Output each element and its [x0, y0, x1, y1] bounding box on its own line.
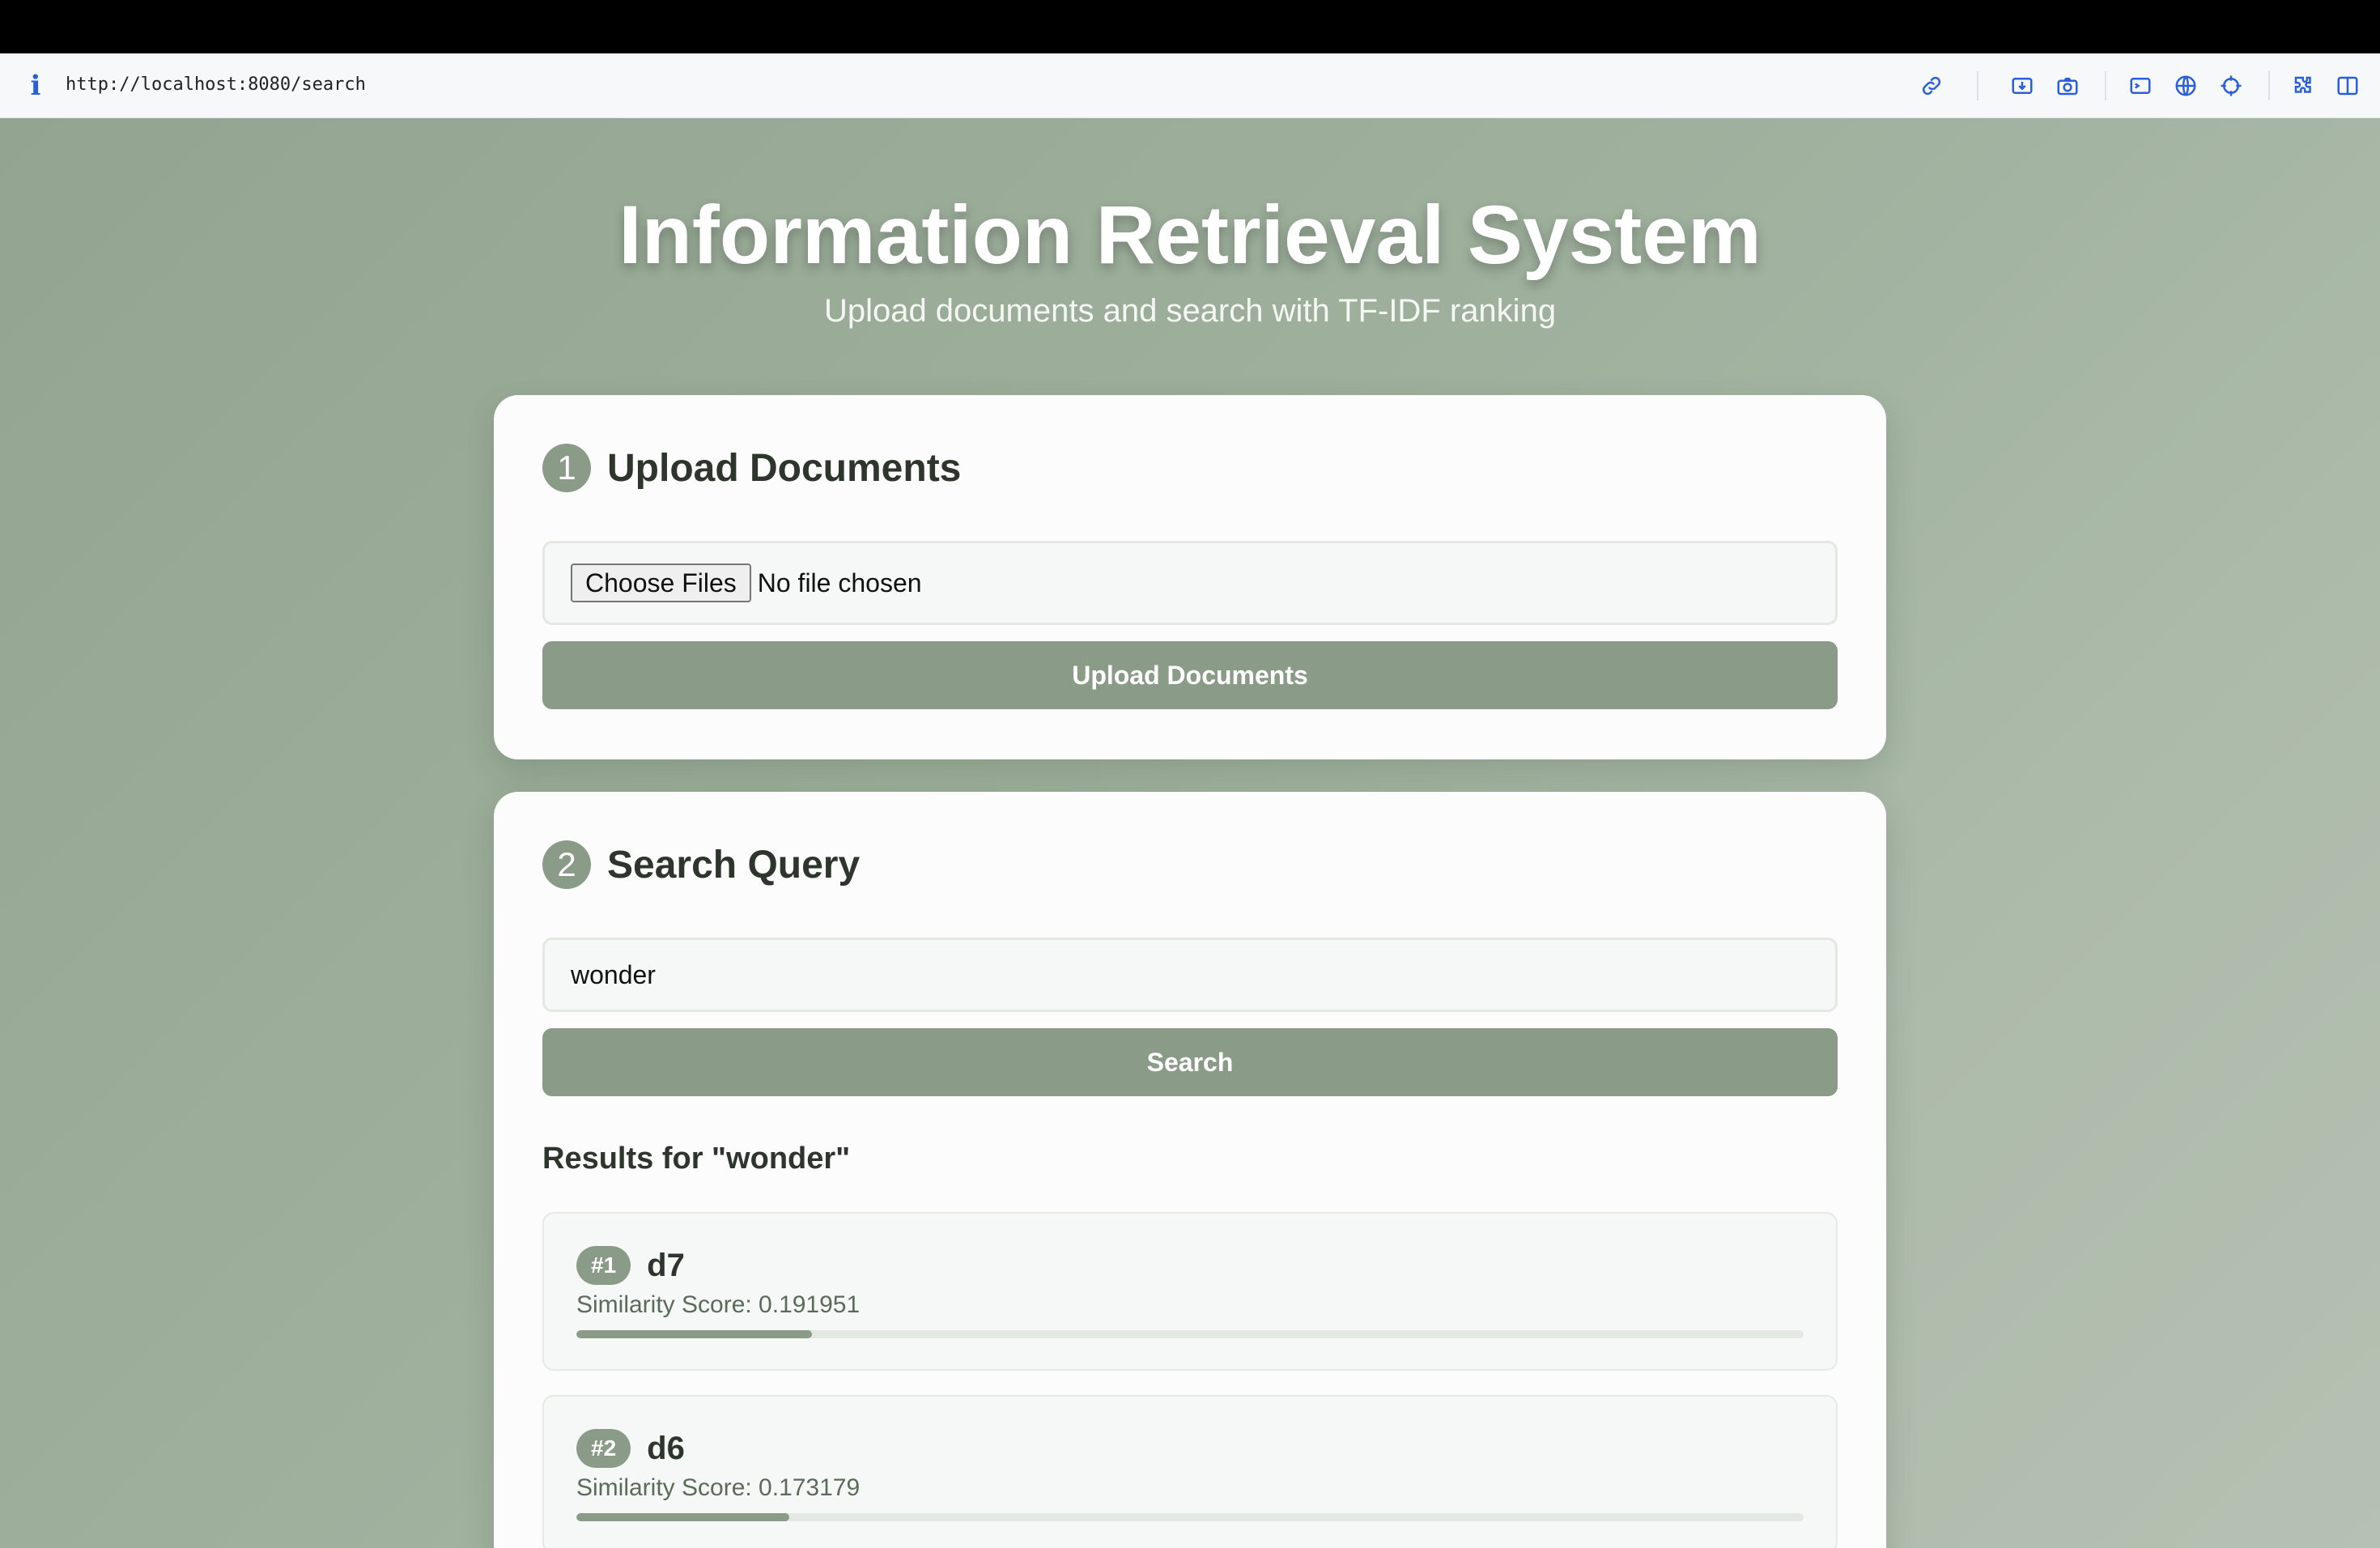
results-heading: Results for "wonder" — [542, 1142, 851, 1176]
score-bar — [576, 1330, 1804, 1338]
globe-icon[interactable] — [2173, 73, 2199, 99]
link-icon[interactable] — [1919, 73, 1944, 99]
toolbar-divider — [2268, 71, 2270, 100]
url-text[interactable]: http://localhost:8080/search — [66, 74, 366, 95]
upload-section-header: 1 Upload Documents — [542, 444, 961, 492]
result-header: #1 d7 — [576, 1246, 685, 1285]
page-content: Information Retrieval System Upload docu… — [0, 118, 2380, 1548]
search-section-header: 2 Search Query — [542, 840, 860, 889]
browser-address-bar: i http://localhost:8080/search — [0, 53, 2380, 118]
upload-card: 1 Upload Documents Choose Files No file … — [494, 395, 1886, 759]
toolbar-divider — [2105, 71, 2106, 100]
document-name: d6 — [647, 1430, 685, 1466]
toolbar-divider — [1977, 71, 1978, 100]
result-header: #2 d6 — [576, 1429, 685, 1468]
search-section-title: Search Query — [607, 843, 861, 887]
sidebar-icon[interactable] — [2335, 73, 2361, 99]
choose-files-button[interactable]: Choose Files — [571, 563, 751, 602]
info-icon[interactable]: i — [26, 70, 45, 102]
rank-badge: #1 — [576, 1246, 631, 1285]
score-bar-fill — [576, 1330, 813, 1338]
document-name: d7 — [647, 1247, 685, 1283]
page-subtitle: Upload documents and search with TF-IDF … — [823, 293, 1557, 329]
similarity-score: Similarity Score: 0.173179 — [576, 1474, 861, 1501]
camera-icon[interactable] — [2055, 73, 2080, 99]
search-button[interactable]: Search — [542, 1028, 1838, 1096]
page-title: Information Retrieval System — [618, 189, 1762, 281]
result-item[interactable]: #1 d7 Similarity Score: 0.191951 — [542, 1212, 1838, 1371]
rank-badge: #2 — [576, 1429, 631, 1468]
score-bar-fill — [576, 1513, 789, 1521]
step-number-badge: 1 — [542, 444, 591, 492]
file-status-text: No file chosen — [757, 568, 922, 598]
terminal-icon[interactable] — [2127, 73, 2153, 99]
score-bar — [576, 1513, 1804, 1521]
crosshair-icon[interactable] — [2218, 73, 2244, 99]
window-top-bar — [0, 0, 2380, 53]
extensions-icon[interactable] — [2291, 73, 2317, 99]
upload-documents-button[interactable]: Upload Documents — [542, 641, 1838, 709]
file-input[interactable]: Choose Files No file chosen — [542, 541, 1838, 625]
result-item[interactable]: #2 d6 Similarity Score: 0.173179 — [542, 1395, 1838, 1548]
step-number-badge: 2 — [542, 840, 591, 889]
similarity-score: Similarity Score: 0.191951 — [576, 1291, 861, 1318]
upload-section-title: Upload Documents — [607, 446, 962, 490]
screenshot-icon[interactable] — [2009, 73, 2035, 99]
search-card: 2 Search Query Search Results for "wonde… — [494, 792, 1886, 1548]
search-input[interactable] — [542, 938, 1838, 1012]
